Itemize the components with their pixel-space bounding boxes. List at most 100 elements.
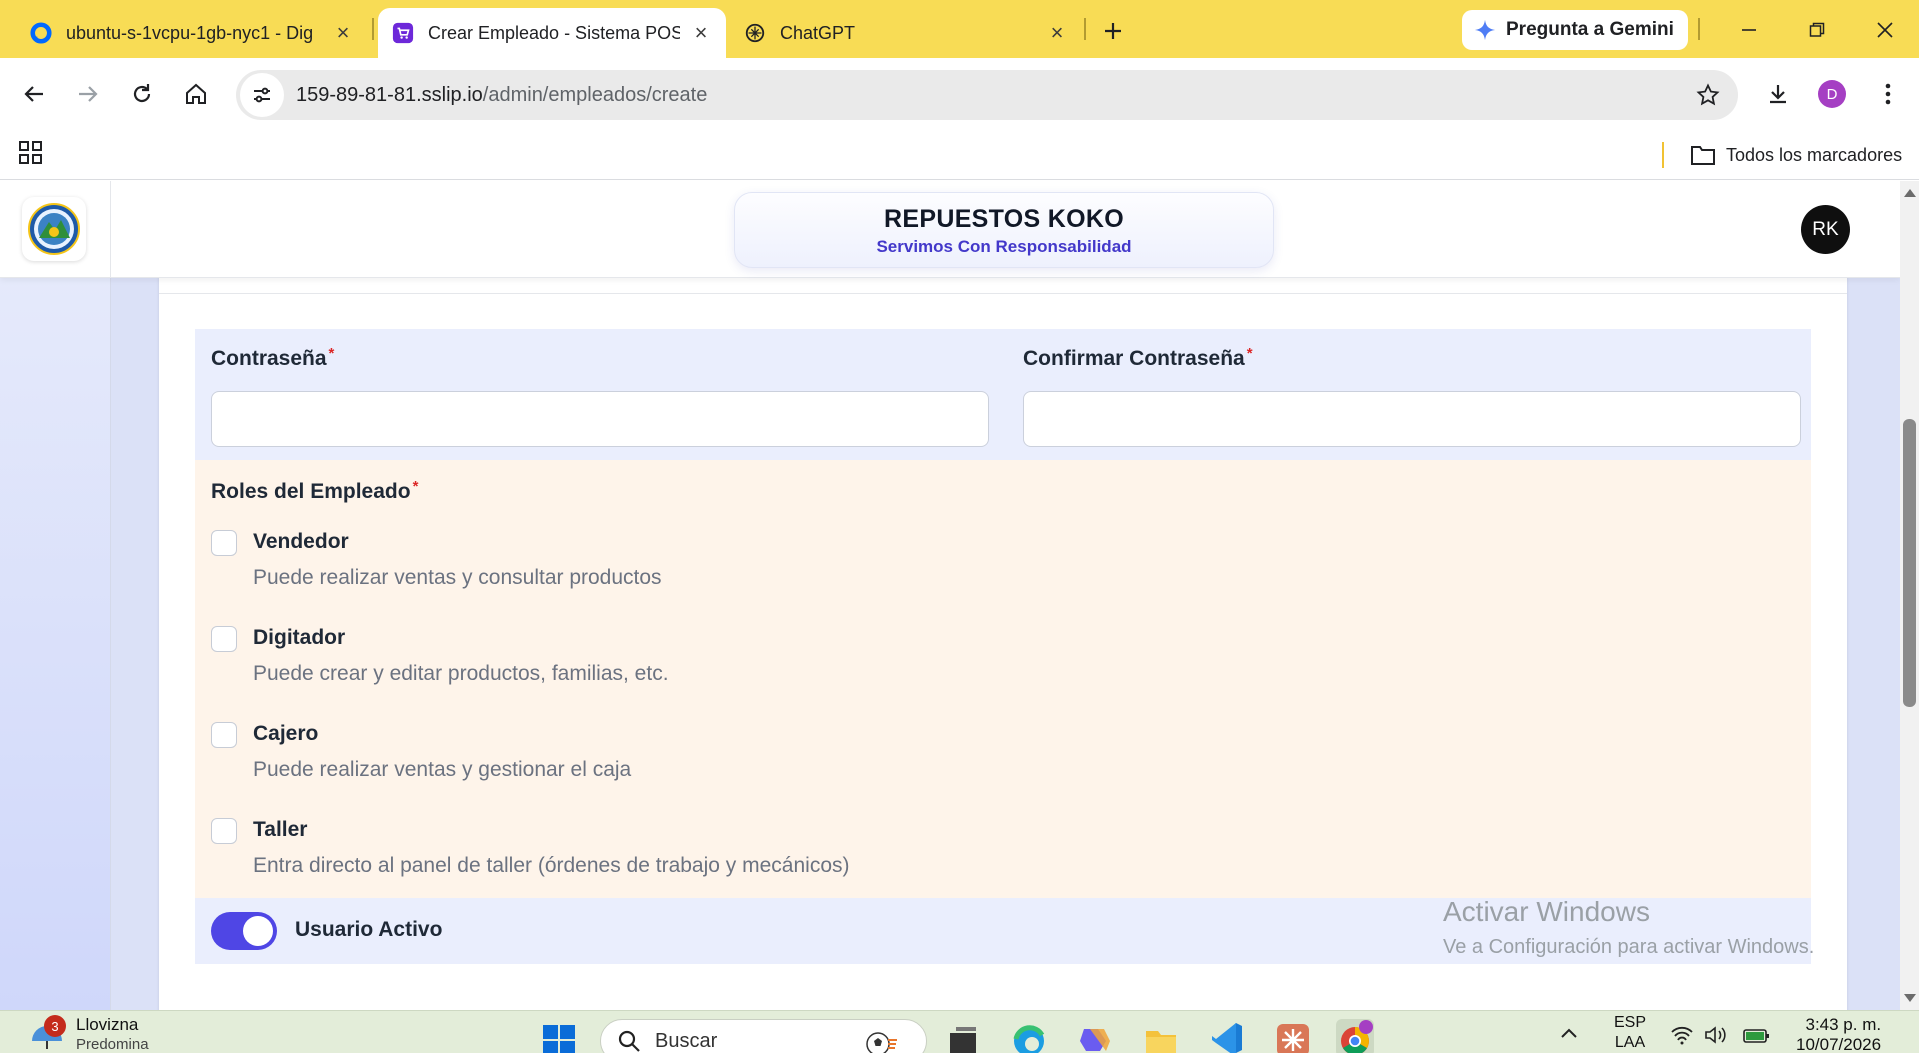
language-top: ESP (1614, 1014, 1647, 1031)
user-avatar[interactable]: RK (1801, 205, 1850, 254)
restore-icon (1809, 22, 1825, 37)
menu-button[interactable] (1870, 76, 1906, 112)
back-button[interactable] (16, 76, 52, 112)
battery-icon[interactable] (1742, 1025, 1772, 1045)
logo-emblem-icon (28, 203, 80, 255)
vscode-icon[interactable] (1208, 1019, 1246, 1053)
active-user-toggle[interactable] (211, 912, 277, 950)
scroll-up-arrow-icon[interactable] (1904, 189, 1916, 197)
taskbar-search[interactable]: Buscar (600, 1019, 927, 1053)
bookmark-separator (1662, 142, 1664, 168)
forward-button[interactable] (70, 76, 106, 112)
address-bar[interactable]: 159-89-81-81.sslip.io/admin/empleados/cr… (236, 70, 1738, 120)
wifi-icon[interactable] (1670, 1025, 1694, 1045)
role-checkbox[interactable] (211, 722, 237, 748)
scrollbar-thumb[interactable] (1903, 419, 1916, 707)
brand-card: REPUESTOS KOKO Servimos Con Responsabili… (734, 192, 1274, 268)
new-tab-button[interactable] (1096, 14, 1130, 48)
task-view-icon[interactable] (944, 1019, 982, 1053)
tab-title: ChatGPT (780, 22, 856, 43)
close-window-button[interactable] (1862, 10, 1908, 50)
weather-text: Llovizna (76, 1015, 139, 1034)
password-input[interactable] (211, 391, 989, 447)
browser-toolbar: 159-89-81-81.sslip.io/admin/empleados/cr… (0, 58, 1919, 130)
password-label: Contraseña * (211, 345, 335, 370)
restore-button[interactable] (1794, 10, 1840, 50)
tab-crear-empleado[interactable]: Crear Empleado - Sistema POS × (378, 8, 726, 58)
search-placeholder: Buscar (655, 1029, 718, 1052)
minimize-button[interactable] (1726, 10, 1772, 50)
reload-button[interactable] (124, 76, 160, 112)
volume-icon[interactable] (1704, 1025, 1728, 1045)
role-taller[interactable]: Taller Entra directo al panel de taller … (211, 812, 1711, 892)
chevron-up-icon[interactable] (1560, 1027, 1578, 1039)
folder-label: Todos los marcadores (1726, 144, 1903, 165)
role-digitador[interactable]: Digitador Puede crear y editar productos… (211, 620, 1711, 700)
language-indicator[interactable]: ESP LAA (1614, 1013, 1646, 1053)
url-path: /admin/empleados/create (482, 83, 708, 106)
home-icon (186, 83, 206, 104)
role-name: Cajero (253, 722, 319, 745)
tab-chatgpt[interactable]: ChatGPT × (730, 8, 1082, 58)
home-button[interactable] (178, 76, 214, 112)
clock-date: 10/07/2026 (1796, 1035, 1882, 1053)
roles-section: Roles del Empleado * Vendedor Puede reali… (195, 460, 1811, 898)
tab-digitalocean[interactable]: ubuntu-s-1vcpu-1gb-nyc1 - Dig × (16, 8, 368, 58)
header-logo-cell (0, 181, 111, 278)
tab-separator (1084, 18, 1086, 40)
close-icon[interactable]: × (1046, 20, 1068, 45)
url-host: 159-89-81-81.sslip.io (296, 83, 483, 106)
claude-icon[interactable] (1274, 1019, 1312, 1053)
confirm-password-input[interactable] (1023, 391, 1801, 447)
search-icon (618, 1030, 640, 1052)
system-clock[interactable]: 3:43 p. m. 10/07/2026 (1796, 1015, 1881, 1053)
role-name: Taller (253, 818, 308, 841)
page-scrollbar[interactable] (1900, 181, 1919, 1010)
role-vendedor[interactable]: Vendedor Puede realizar ventas y consult… (211, 524, 1711, 604)
tab-separator (1698, 18, 1700, 40)
confirm-password-label: Confirmar Contraseña * (1023, 345, 1253, 370)
role-checkbox[interactable] (211, 530, 237, 556)
star-icon[interactable] (1696, 83, 1720, 107)
employee-form-card: Contraseña * Confirmar Contraseña * Roles … (159, 201, 1847, 1010)
edge-browser-icon[interactable] (1010, 1019, 1048, 1053)
close-icon[interactable]: × (690, 20, 712, 45)
digitalocean-icon (30, 22, 52, 44)
gemini-button[interactable]: Pregunta a Gemini (1462, 10, 1688, 50)
all-bookmarks-folder[interactable]: Todos los marcadores (1690, 138, 1902, 172)
role-description: Puede realizar ventas y consultar produc… (253, 566, 662, 589)
plus-icon (1105, 23, 1121, 39)
windows-start-icon[interactable] (540, 1019, 578, 1053)
weather-icon: 3 (28, 1015, 66, 1053)
bookmarks-bar: Todos los marcadores (0, 130, 1919, 180)
reload-icon (133, 84, 151, 103)
clock-time: 3:43 p. m. (1805, 1015, 1882, 1034)
role-checkbox[interactable] (211, 818, 237, 844)
profile-avatar[interactable]: D (1818, 80, 1846, 108)
tab-separator (372, 18, 374, 40)
role-description: Entra directo al panel de taller (órdene… (253, 854, 850, 877)
cart-icon (392, 22, 414, 44)
card-divider (159, 293, 1847, 294)
more-vert-icon (1885, 83, 1891, 105)
arrow-left-icon (24, 86, 43, 102)
downloads-button[interactable] (1760, 76, 1796, 112)
close-icon[interactable]: × (332, 20, 354, 45)
chrome-icon[interactable] (1336, 1019, 1374, 1053)
weather-widget[interactable]: 3 Llovizna Predomina (28, 1015, 149, 1053)
role-description: Puede crear y editar productos, familias… (253, 662, 669, 685)
brand-subtitle: Servimos Con Responsabilidad (876, 237, 1132, 256)
copilot-icon[interactable] (1076, 1019, 1114, 1053)
site-info-button[interactable] (240, 73, 284, 117)
role-checkbox[interactable] (211, 626, 237, 652)
watermark-subtitle: Ve a Configuración para activar Windows. (1443, 936, 1815, 958)
apps-grid-icon[interactable] (18, 140, 44, 166)
company-logo[interactable] (22, 197, 86, 261)
role-cajero[interactable]: Cajero Puede realizar ventas y gestionar… (211, 716, 1711, 796)
weather-badge: 3 (44, 1015, 66, 1037)
scroll-down-arrow-icon[interactable] (1904, 994, 1916, 1002)
file-explorer-icon[interactable] (1142, 1019, 1180, 1053)
toggle-knob (243, 916, 273, 946)
soccer-ball-icon (866, 1032, 897, 1053)
required-mark: * (412, 478, 419, 495)
